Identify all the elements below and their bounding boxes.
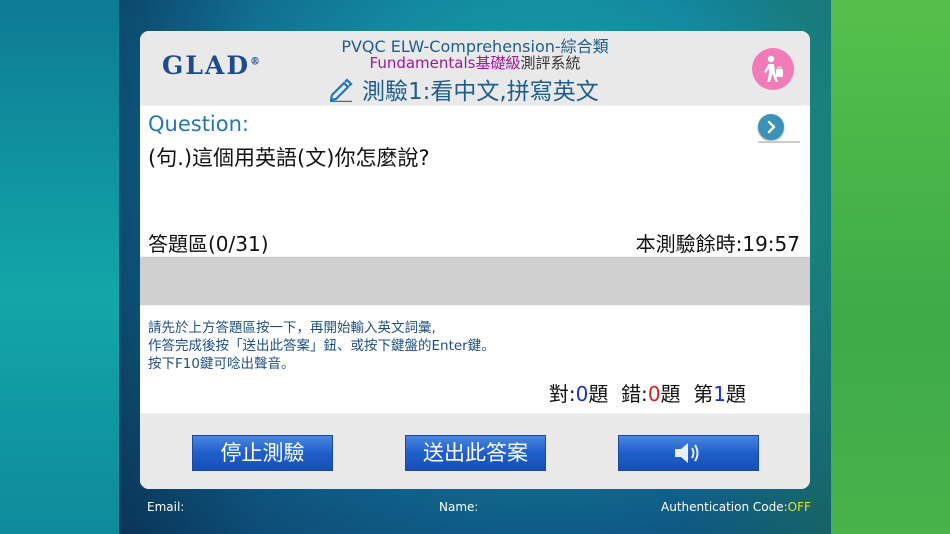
- current-unit: 題: [726, 382, 746, 406]
- current-question-number: 1: [713, 382, 726, 406]
- speaker-icon: [674, 443, 698, 463]
- instruction-line-3: 按下F10鍵可唸出聲音。: [148, 356, 295, 372]
- chevron-right-icon[interactable]: [758, 114, 784, 140]
- email-label: Email:: [147, 500, 185, 514]
- right-background: [831, 0, 950, 534]
- quiz-card: GLAD® PVQC ELW-Comprehension-綜合類 Fundame…: [140, 31, 810, 489]
- left-background: [0, 0, 119, 534]
- test-title-text: 測驗1:看中文,拼寫英文: [362, 79, 599, 105]
- wrong-unit: 題: [660, 382, 681, 406]
- correct-count: 0: [575, 382, 589, 406]
- next-underline: [758, 141, 800, 143]
- question-area: Question: (句.)這個用英語(文)你怎麼說? 答題區(0/31) 本測…: [140, 106, 810, 256]
- auth-label: Authentication Code:: [661, 500, 788, 514]
- remaining-time: 本測驗餘時:19:57: [635, 232, 800, 256]
- answer-input[interactable]: [140, 257, 810, 305]
- submit-answer-button[interactable]: 送出此答案: [405, 435, 546, 471]
- wrong-count: 0: [647, 382, 661, 406]
- authentication-code: Authentication Code:OFF: [661, 500, 811, 514]
- name-label: Name:: [439, 500, 479, 514]
- stop-test-button[interactable]: 停止測驗: [192, 435, 333, 471]
- system-label: 測評系統: [520, 54, 581, 72]
- play-sound-button[interactable]: [618, 435, 759, 471]
- score-summary: 對:0題 錯:0題 第1題: [549, 378, 746, 407]
- instruction-line-1: 請先於上方答題區按一下，再開始輸入英文詞彙,: [148, 320, 436, 336]
- title-line-2: Fundamentals基礎級測評系統: [140, 52, 810, 73]
- wrong-label: 錯:: [621, 382, 648, 406]
- correct-unit: 題: [588, 382, 609, 406]
- auth-value: OFF: [787, 500, 811, 514]
- question-text: (句.)這個用英語(文)你怎麼說?: [148, 146, 430, 170]
- correct-label: 對:: [548, 382, 576, 406]
- header: GLAD® PVQC ELW-Comprehension-綜合類 Fundame…: [140, 31, 810, 105]
- pencil-icon: [329, 78, 353, 102]
- instructions: 請先於上方答題區按一下，再開始輸入英文詞彙, 作答完成後按「送出此答案」鈕、或按…: [148, 319, 495, 373]
- level-label: Fundamentals基礎級: [369, 54, 521, 72]
- current-label: 第: [693, 382, 714, 406]
- instruction-line-2: 作答完成後按「送出此答案」鈕、或按下鍵盤的Enter鍵。: [148, 338, 495, 354]
- button-bar: 停止測驗 送出此答案: [140, 414, 810, 489]
- test-title: 測驗1:看中文,拼寫英文: [328, 72, 599, 106]
- instruction-area: 請先於上方答題區按一下，再開始輸入英文詞彙, 作答完成後按「送出此答案」鈕、或按…: [140, 306, 810, 413]
- question-label: Question:: [148, 112, 250, 136]
- walking-person-icon[interactable]: [752, 48, 794, 90]
- answer-area-label: 答題區(0/31): [148, 232, 269, 256]
